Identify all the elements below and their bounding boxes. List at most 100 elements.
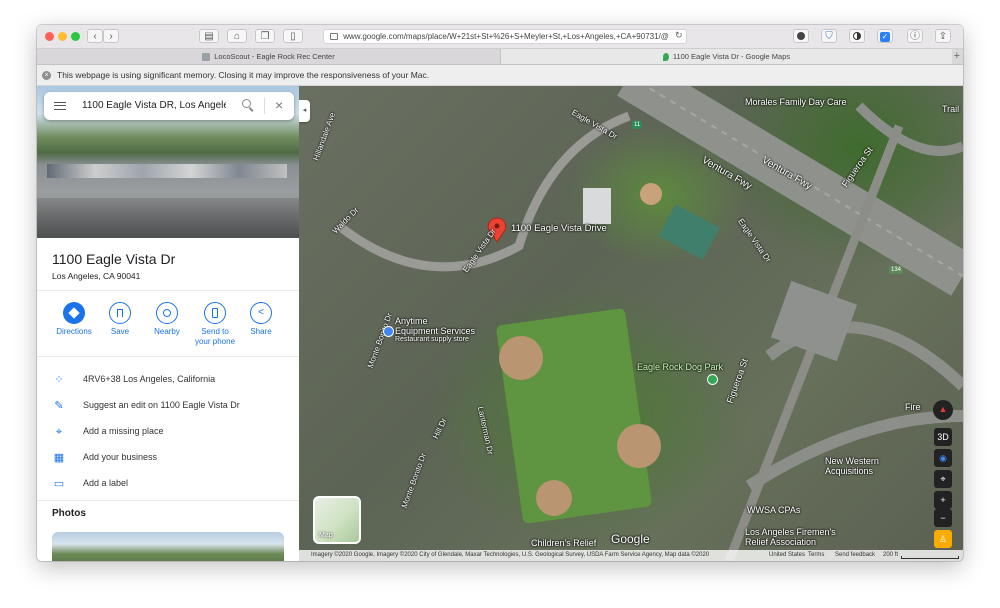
share-label: Share xyxy=(250,327,272,336)
search-divider xyxy=(264,98,265,114)
sidebar-icon: ▯ xyxy=(290,31,296,42)
reload-icon[interactable]: ↻ xyxy=(675,30,683,41)
firemen-label-2[interactable]: Relief Association xyxy=(745,537,816,547)
map-layer-toggle[interactable]: Map xyxy=(313,496,361,544)
scale-label[interactable]: 200 ft xyxy=(883,550,898,561)
tab-overview-button[interactable]: ❐ xyxy=(255,29,275,43)
send-feedback-link[interactable]: Send feedback xyxy=(835,550,875,561)
pegman-icon: ♙ xyxy=(938,534,948,544)
suggest-edit-row[interactable]: ✎ Suggest an edit on 1100 Eagle Vista Dr xyxy=(37,395,299,417)
map-layer-label: Map xyxy=(319,532,333,539)
place-panel: 1100 Eagle Vista DR, Los Angeles × 1100 … xyxy=(37,86,299,561)
directions-button[interactable]: Directions xyxy=(54,302,94,337)
photo-thumbnail[interactable] xyxy=(52,532,284,561)
extension-button[interactable] xyxy=(849,29,865,43)
address-bar[interactable]: www.google.com/maps/place/W+21st+St+%26+… xyxy=(323,29,687,44)
add-place-icon: ⌖ xyxy=(55,426,63,438)
add-missing-place-row[interactable]: ⌖ Add a missing place xyxy=(37,421,299,443)
info-button[interactable]: ⓘ xyxy=(907,29,923,43)
sidebar-toggle-button[interactable]: ▯ xyxy=(283,29,303,43)
printer-icon: ▤ xyxy=(204,31,214,42)
tab-google-maps[interactable]: 1100 Eagle Vista Dr - Google Maps xyxy=(500,49,952,64)
tennis-courts xyxy=(658,204,720,260)
compass-icon: ▲ xyxy=(938,404,948,414)
close-window-button[interactable] xyxy=(45,32,54,41)
divider xyxy=(37,290,299,291)
terms-link[interactable]: Terms xyxy=(808,550,824,561)
checkmark-icon: ✓ xyxy=(880,32,890,42)
minimize-window-button[interactable] xyxy=(58,32,67,41)
my-location-button[interactable]: ⌖ xyxy=(934,470,952,488)
satellite-map[interactable]: 1100 Eagle Vista Drive Morales Family Da… xyxy=(299,86,963,561)
suggest-edit-text: Suggest an edit on 1100 Eagle Vista Dr xyxy=(83,400,240,410)
chevron-right-icon: › xyxy=(109,31,113,42)
morales-day-care-label[interactable]: Morales Family Day Care xyxy=(745,97,847,107)
fire-station-label[interactable]: Fire xyxy=(905,402,921,412)
zoom-out-button[interactable]: − xyxy=(934,509,952,527)
nearby-button[interactable]: Nearby xyxy=(147,302,187,337)
send-to-phone-button[interactable]: Send to your phone xyxy=(193,302,237,347)
place-address: Los Angeles, CA 90041 xyxy=(52,271,141,281)
checkmark-extension-button[interactable]: ✓ xyxy=(877,29,893,43)
new-tab-button[interactable]: + xyxy=(954,49,960,64)
add-business-row[interactable]: ▦ Add your business xyxy=(37,447,299,469)
trail-label[interactable]: Trail xyxy=(942,104,959,114)
shield-icon: ⛉ xyxy=(825,31,833,42)
asphalt-shadow xyxy=(37,198,299,238)
divider xyxy=(37,500,299,501)
tab-locoscout[interactable]: LocoScout - Eagle Rock Rec Center xyxy=(37,49,500,64)
print-button[interactable]: ▤ xyxy=(199,29,219,43)
directions-icon xyxy=(63,302,85,324)
new-western-label[interactable]: New Western xyxy=(825,456,879,466)
compass-button[interactable]: ▲ xyxy=(933,400,953,420)
close-icon[interactable]: × xyxy=(275,97,283,113)
new-western-label-2[interactable]: Acquisitions xyxy=(825,466,873,476)
privacy-extension-button[interactable]: ⛉ xyxy=(821,29,837,43)
add-label-row[interactable]: ▭ Add a label xyxy=(37,473,299,495)
home-icon: ⌂ xyxy=(233,31,241,42)
lock-icon xyxy=(330,33,338,41)
3d-toggle-button[interactable]: 3D xyxy=(934,428,952,446)
plus-code-text: 4RV6+38 Los Angeles, California xyxy=(83,374,216,384)
google-logo: Google xyxy=(611,532,650,546)
anytime-label[interactable]: Anytime xyxy=(395,316,428,326)
globe-button[interactable]: ◉ xyxy=(934,449,952,467)
pin-label[interactable]: 1100 Eagle Vista Drive xyxy=(511,223,607,234)
region-link[interactable]: United States xyxy=(769,550,805,561)
search-box[interactable]: 1100 Eagle Vista DR, Los Angeles × xyxy=(44,92,294,120)
browser-toolbar: ‹ › ▤ ⌂ ❐ ▯ www.google.com/maps/place/W+… xyxy=(37,25,963,49)
tab-bar: LocoScout - Eagle Rock Rec Center 1100 E… xyxy=(37,49,963,65)
collapse-panel-button[interactable]: ◂ xyxy=(299,100,310,122)
park-pin-icon[interactable] xyxy=(707,374,718,385)
imagery-attribution: Imagery ©2020 Google, Imagery ©2020 City… xyxy=(311,552,710,558)
label-icon: ▭ xyxy=(53,478,65,490)
dog-park-label[interactable]: Eagle Rock Dog Park xyxy=(637,362,723,372)
childrens-label[interactable]: Children's Relief xyxy=(531,538,596,548)
share-page-button[interactable]: ⇪ xyxy=(935,29,951,43)
pin-dot xyxy=(494,223,500,229)
chevron-left-icon: ◂ xyxy=(302,107,307,114)
business-icon: ▦ xyxy=(53,452,65,464)
home-button[interactable]: ⌂ xyxy=(227,29,247,43)
nearby-label: Nearby xyxy=(154,327,180,336)
zoom-window-button[interactable] xyxy=(71,32,80,41)
hamburger-menu-icon[interactable] xyxy=(54,102,66,110)
back-button[interactable]: ‹ xyxy=(87,29,103,43)
save-button[interactable]: Save xyxy=(100,302,140,337)
zoom-in-button[interactable]: + xyxy=(934,491,952,509)
wwsa-label[interactable]: WWSA CPAs xyxy=(747,505,800,515)
share-icon: < xyxy=(250,302,272,324)
chevron-left-icon: ‹ xyxy=(93,31,97,42)
plus-code-row[interactable]: ⁘ 4RV6+38 Los Angeles, California xyxy=(37,369,299,391)
downloads-button[interactable] xyxy=(793,29,809,43)
pegman-button[interactable]: ♙ xyxy=(934,530,952,548)
search-icon[interactable] xyxy=(242,99,254,112)
close-banner-icon[interactable]: × xyxy=(42,71,51,81)
firemen-label[interactable]: Los Angeles Firemen's xyxy=(745,527,836,537)
share-button[interactable]: < Share xyxy=(241,302,281,337)
search-input[interactable]: 1100 Eagle Vista DR, Los Angeles xyxy=(82,100,226,111)
forward-button[interactable]: › xyxy=(103,29,119,43)
anytime-label-2[interactable]: Equipment Services xyxy=(395,326,475,336)
business-pin-icon[interactable] xyxy=(383,326,394,337)
copy-icon: ❐ xyxy=(260,31,270,42)
